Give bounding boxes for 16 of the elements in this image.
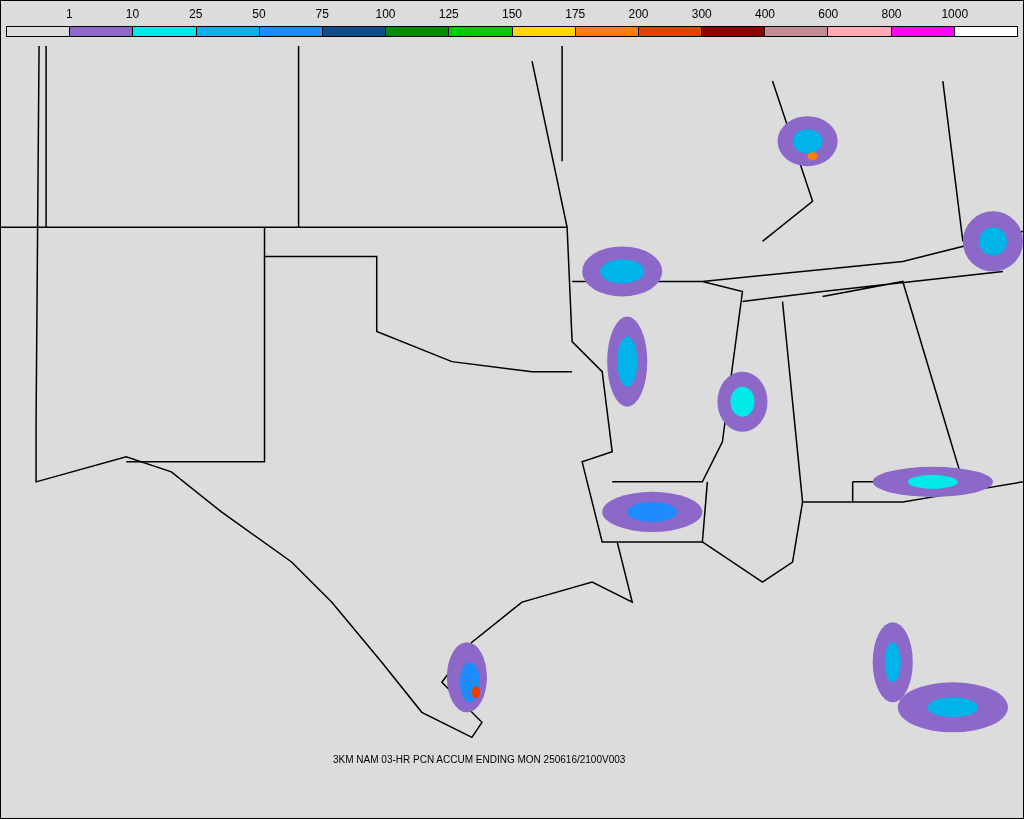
legend-label: 300 <box>691 7 712 23</box>
legend-label: 25 <box>189 7 203 23</box>
legend-label: 1 <box>65 7 73 23</box>
legend-label: 800 <box>881 7 902 23</box>
legend-label: 75 <box>315 7 329 23</box>
legend-label: 600 <box>818 7 839 23</box>
map-caption: 3KM NAM 03-HR PCN ACCUM ENDING MON 250616/2100V003 <box>333 754 626 765</box>
legend-label: 400 <box>755 7 775 23</box>
legend-label: 125 <box>438 7 459 23</box>
legend-label: 100 <box>375 7 396 23</box>
legend-label: 200 <box>628 7 649 23</box>
legend-label: 1000 <box>941 7 969 23</box>
legend-label: 150 <box>502 7 522 23</box>
legend-label: 10 <box>125 7 140 23</box>
legend-label: 175 <box>565 7 586 23</box>
legend-label: 50 <box>252 7 266 23</box>
